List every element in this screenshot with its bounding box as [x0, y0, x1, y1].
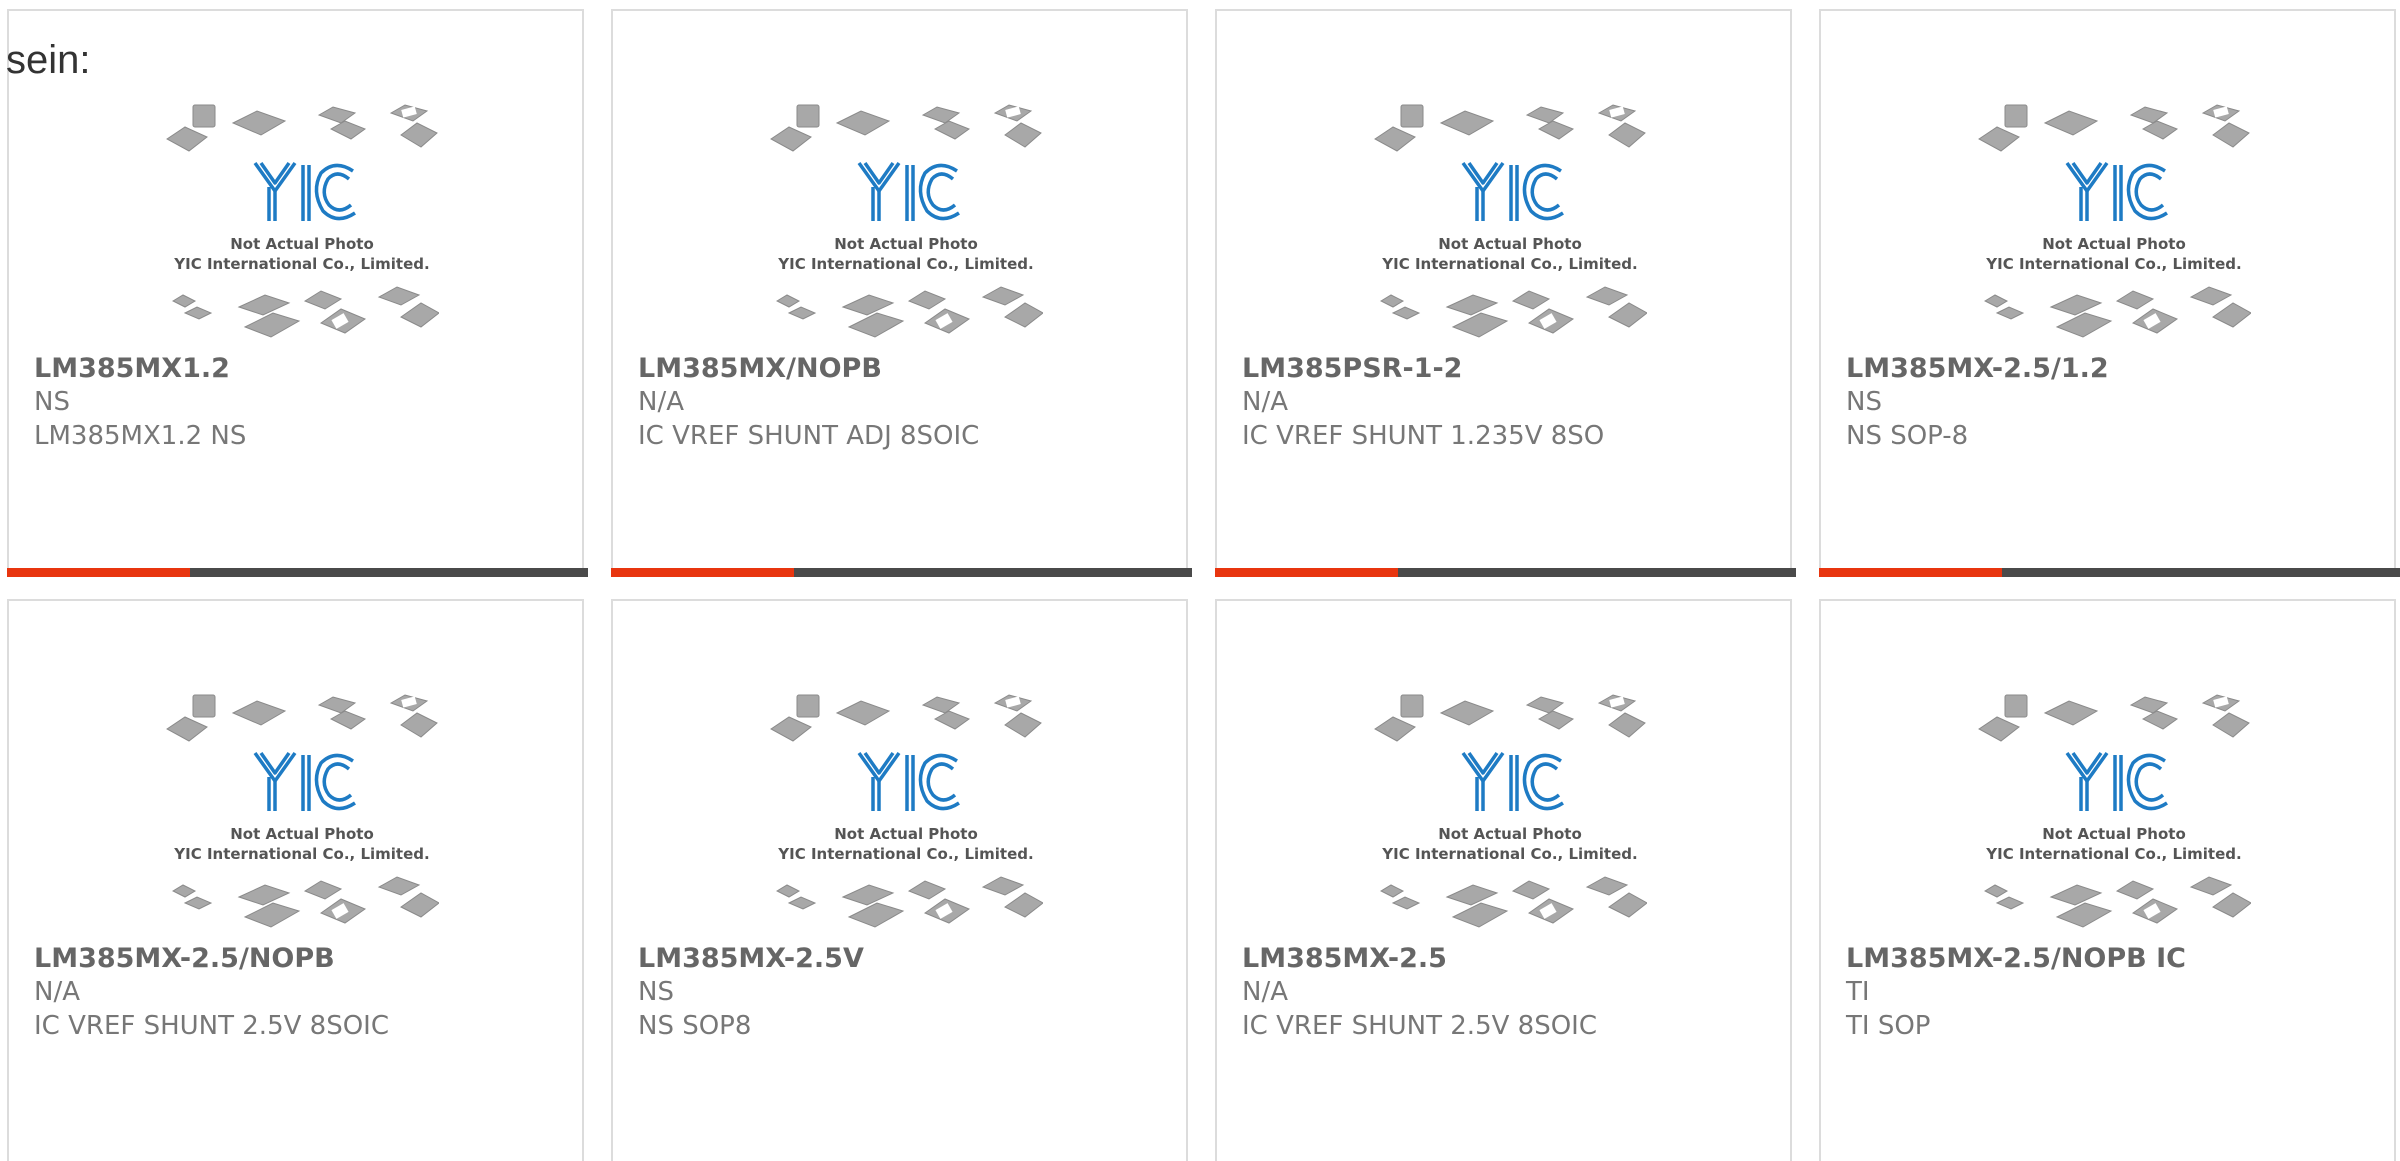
- product-description: NS SOP-8: [1846, 421, 1969, 451]
- not-actual-photo-caption: Not Actual Photo: [1438, 825, 1582, 843]
- brand-label: NS: [1846, 387, 1882, 417]
- product-image[interactable]: Not Actual Photo YIC International Co., …: [165, 101, 440, 351]
- product-card[interactable]: Not Actual Photo YIC International Co., …: [7, 9, 588, 577]
- brand-label: N/A: [34, 977, 80, 1007]
- product-description: NS SOP8: [638, 1011, 752, 1041]
- not-actual-photo-caption: Not Actual Photo: [834, 235, 978, 253]
- product-card[interactable]: Not Actual Photo YIC International Co., …: [611, 9, 1192, 577]
- part-number[interactable]: LM385MX-2.5/NOPB IC: [1846, 943, 2186, 974]
- card-accent-bar: [1819, 568, 2400, 577]
- brand-label: N/A: [1242, 387, 1288, 417]
- product-description: IC VREF SHUNT 2.5V 8SOIC: [1242, 1011, 1597, 1041]
- product-card[interactable]: Not Actual Photo YIC International Co., …: [1819, 599, 2396, 1161]
- company-caption: YIC International Co., Limited.: [173, 255, 429, 273]
- company-caption: YIC International Co., Limited.: [777, 845, 1033, 863]
- product-description: LM385MX1.2 NS: [34, 421, 247, 451]
- company-caption: YIC International Co., Limited.: [173, 845, 429, 863]
- not-actual-photo-caption: Not Actual Photo: [834, 825, 978, 843]
- product-image[interactable]: Not Actual Photo YIC International Co., …: [165, 691, 440, 941]
- brand-label: N/A: [638, 387, 684, 417]
- company-caption: YIC International Co., Limited.: [1381, 845, 1637, 863]
- product-image[interactable]: Not Actual Photo YIC International Co., …: [1373, 101, 1648, 351]
- product-image[interactable]: Not Actual Photo YIC International Co., …: [769, 101, 1044, 351]
- product-image[interactable]: Not Actual Photo YIC International Co., …: [1977, 101, 2252, 351]
- not-actual-photo-caption: Not Actual Photo: [230, 235, 374, 253]
- product-card[interactable]: Not Actual Photo YIC International Co., …: [611, 599, 1188, 1161]
- part-number[interactable]: LM385MX/NOPB: [638, 353, 882, 384]
- product-image[interactable]: Not Actual Photo YIC International Co., …: [1977, 691, 2252, 941]
- product-description: IC VREF SHUNT 2.5V 8SOIC: [34, 1011, 389, 1041]
- product-card[interactable]: Not Actual Photo YIC International Co., …: [7, 599, 584, 1161]
- brand-label: N/A: [1242, 977, 1288, 1007]
- product-card[interactable]: Not Actual Photo YIC International Co., …: [1215, 9, 1796, 577]
- product-card[interactable]: Not Actual Photo YIC International Co., …: [1215, 599, 1792, 1161]
- part-number[interactable]: LM385MX-2.5/1.2: [1846, 353, 2109, 384]
- brand-label: TI: [1846, 977, 1870, 1007]
- not-actual-photo-caption: Not Actual Photo: [2042, 825, 2186, 843]
- part-number[interactable]: LM385MX1.2: [34, 353, 230, 384]
- company-caption: YIC International Co., Limited.: [777, 255, 1033, 273]
- part-number[interactable]: LM385MX-2.5/NOPB: [34, 943, 335, 974]
- company-caption: YIC International Co., Limited.: [1985, 255, 2241, 273]
- product-image[interactable]: Not Actual Photo YIC International Co., …: [769, 691, 1044, 941]
- product-grid: Not Actual Photo YIC International Co., …: [7, 9, 2400, 1161]
- product-description: IC VREF SHUNT ADJ 8SOIC: [638, 421, 980, 451]
- not-actual-photo-caption: Not Actual Photo: [1438, 235, 1582, 253]
- brand-label: NS: [34, 387, 70, 417]
- company-caption: YIC International Co., Limited.: [1381, 255, 1637, 273]
- part-number[interactable]: LM385MX-2.5: [1242, 943, 1447, 974]
- part-number[interactable]: LM385MX-2.5V: [638, 943, 864, 974]
- card-accent-bar: [1215, 568, 1796, 577]
- card-accent-bar: [7, 568, 588, 577]
- product-description: TI SOP: [1846, 1011, 1931, 1041]
- product-image[interactable]: Not Actual Photo YIC International Co., …: [1373, 691, 1648, 941]
- product-description: IC VREF SHUNT 1.235V 8SO: [1242, 421, 1605, 451]
- page: sein: Not Actual Photo YIC International…: [0, 0, 2400, 1161]
- part-number[interactable]: LM385PSR-1-2: [1242, 353, 1462, 384]
- not-actual-photo-caption: Not Actual Photo: [2042, 235, 2186, 253]
- not-actual-photo-caption: Not Actual Photo: [230, 825, 374, 843]
- brand-label: NS: [638, 977, 674, 1007]
- company-caption: YIC International Co., Limited.: [1985, 845, 2241, 863]
- product-card[interactable]: Not Actual Photo YIC International Co., …: [1819, 9, 2400, 577]
- intro-text: sein:: [6, 38, 91, 82]
- card-accent-bar: [611, 568, 1192, 577]
